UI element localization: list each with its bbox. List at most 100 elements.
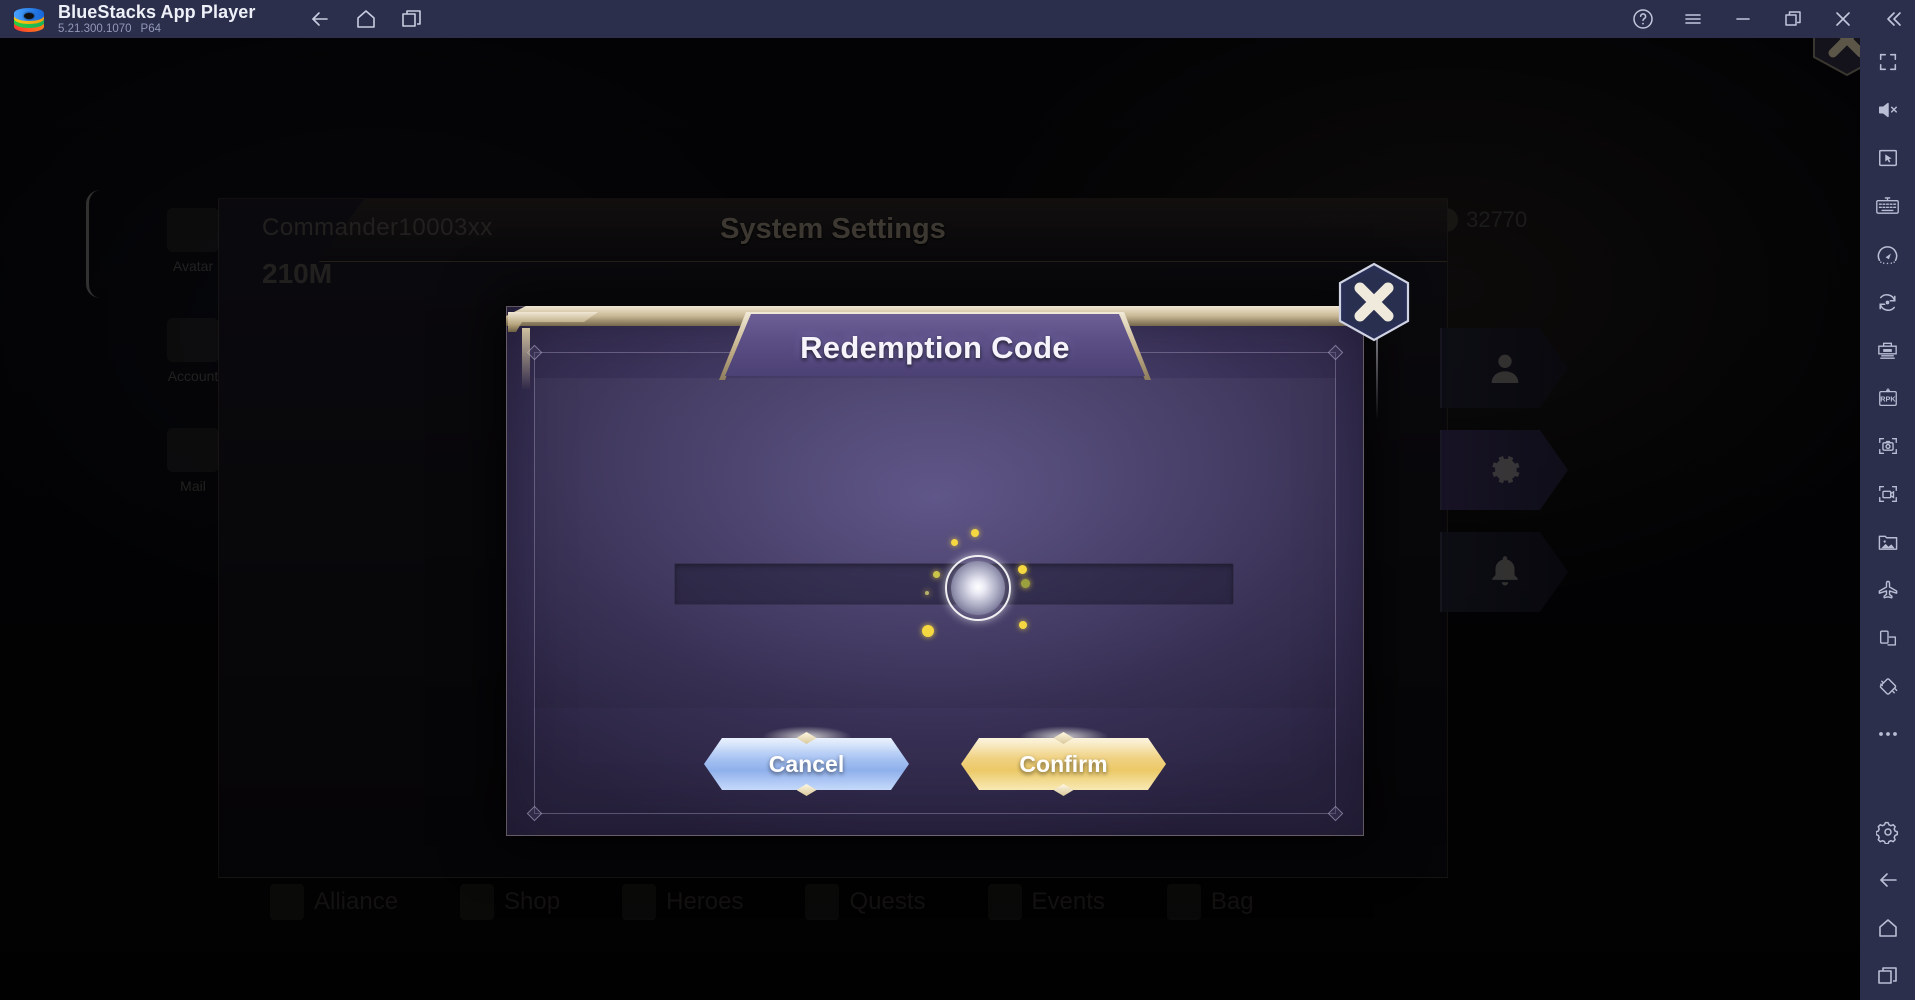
help-button[interactable]	[1631, 7, 1655, 31]
record-screen-button[interactable]	[1860, 470, 1915, 518]
settings-button[interactable]	[1860, 808, 1915, 856]
more-button[interactable]	[1860, 710, 1915, 758]
bottom-nav-label: Alliance	[314, 888, 399, 915]
left-nav-label: Account	[167, 368, 219, 384]
bottom-nav-item[interactable]: Events	[987, 884, 1105, 920]
app-version: 5.21.300.1070	[58, 22, 132, 35]
spark-particle	[933, 571, 940, 578]
left-nav-item[interactable]: Avatar	[150, 208, 236, 274]
loading-spinner	[922, 529, 1033, 643]
recents-button[interactable]	[400, 7, 424, 31]
avatar-icon	[167, 208, 219, 252]
android-recents-button[interactable]	[1860, 952, 1915, 1000]
spark-particle	[1018, 565, 1027, 574]
tilt-control-button[interactable]	[1860, 662, 1915, 710]
close-button[interactable]	[1831, 7, 1855, 31]
bottom-nav-item[interactable]: Heroes	[622, 884, 743, 920]
bluestacks-sidebar: RPK	[1860, 38, 1915, 1000]
fullscreen-button[interactable]	[1860, 38, 1915, 86]
game-viewport: 249982K 32770 System Settings Commander1…	[0, 38, 1860, 1000]
home-button[interactable]	[354, 7, 378, 31]
modal-title: Redemption Code	[800, 330, 1070, 365]
bottom-nav-item[interactable]: Quests	[805, 884, 926, 920]
modal-close-button[interactable]	[1332, 260, 1416, 344]
modal-close-stem	[1376, 336, 1378, 420]
titlebar-controls	[1631, 0, 1905, 38]
bottom-nav-label: Shop	[504, 888, 561, 915]
left-nav-item[interactable]: Account	[150, 318, 236, 384]
mail-icon	[167, 428, 219, 472]
modal-footer: Cancel Confirm	[506, 726, 1364, 796]
titlebar: BlueStacks App Player 5.21.300.1070 P64	[0, 0, 1915, 38]
system-settings-close-button[interactable]	[1806, 38, 1860, 80]
spark-particle	[922, 625, 934, 637]
tab-settings[interactable]	[1440, 430, 1568, 510]
heroes-icon	[622, 884, 657, 920]
shop-icon	[460, 884, 495, 920]
spark-particle	[971, 529, 979, 537]
spark-particle	[951, 539, 958, 546]
macro-recorder-button[interactable]	[1860, 326, 1915, 374]
cancel-button[interactable]: Cancel	[704, 738, 909, 790]
cancel-button-wrap: Cancel	[704, 726, 909, 796]
left-bracket-decoration	[86, 190, 102, 298]
collapse-sidebar-button[interactable]	[1881, 7, 1905, 31]
bottom-nav-label: Heroes	[666, 888, 744, 915]
modal-body	[534, 378, 1336, 708]
bag-icon	[1166, 884, 1201, 920]
android-home-button[interactable]	[1860, 904, 1915, 952]
left-nav-label: Mail	[180, 478, 206, 494]
spinner-orb-icon	[951, 561, 1005, 615]
modal-title-banner: Redemption Code	[725, 314, 1145, 376]
system-settings-tabs	[1440, 328, 1580, 634]
maximize-button[interactable]	[1781, 7, 1805, 31]
alliance-icon	[270, 884, 304, 920]
spark-particle	[1019, 621, 1027, 629]
game-bottom-nav: Alliance Shop Heroes Quests Events Bag	[270, 866, 1450, 938]
eco-mode-button[interactable]	[1860, 230, 1915, 278]
media-manager-button[interactable]	[1860, 518, 1915, 566]
left-nav-item[interactable]: Mail	[150, 428, 236, 494]
bluestacks-logo-icon	[12, 6, 46, 32]
left-nav-label: Avatar	[172, 258, 214, 274]
bottom-nav-label: Quests	[849, 888, 926, 915]
airplane-button[interactable]	[1860, 566, 1915, 614]
rotate-button[interactable]	[1860, 278, 1915, 326]
modal-corner-stem	[522, 328, 530, 390]
app-title: BlueStacks App Player	[58, 2, 256, 23]
android-back-button[interactable]	[1860, 856, 1915, 904]
events-icon	[987, 884, 1022, 920]
bottom-nav-item[interactable]: Bag	[1166, 884, 1254, 920]
quests-icon	[805, 884, 840, 920]
bottom-nav-item[interactable]: Alliance	[270, 884, 398, 920]
gold-count: 32770	[1466, 207, 1528, 232]
tab-notifications[interactable]	[1440, 532, 1568, 612]
redemption-code-dialog: Redemption Code Cancel Confirm	[506, 262, 1410, 836]
titlebar-nav-group	[308, 7, 424, 31]
screenshot-button[interactable]	[1860, 422, 1915, 470]
tab-account[interactable]	[1440, 328, 1568, 408]
bottom-nav-item[interactable]: Shop	[460, 884, 560, 920]
app-title-block: BlueStacks App Player 5.21.300.1070 P64	[58, 3, 256, 35]
bottom-nav-label: Bag	[1210, 888, 1254, 915]
mute-button[interactable]	[1860, 86, 1915, 134]
apk-install-button[interactable]: RPK	[1860, 374, 1915, 422]
menu-button[interactable]	[1681, 7, 1705, 31]
confirm-button-wrap: Confirm	[961, 726, 1166, 796]
app-arch: P64	[140, 22, 162, 35]
back-button[interactable]	[308, 7, 332, 31]
spark-particle	[1021, 579, 1030, 588]
svg-text:RPK: RPK	[1880, 395, 1896, 404]
spark-particle	[925, 591, 929, 595]
account-icon	[167, 318, 219, 362]
bottom-nav-label: Events	[1031, 888, 1105, 915]
app-version-block: 5.21.300.1070 P64	[58, 23, 256, 35]
app-window: BlueStacks App Player 5.21.300.1070 P64	[0, 0, 1915, 1000]
minimize-button[interactable]	[1731, 7, 1755, 31]
multi-instance-button[interactable]	[1860, 614, 1915, 662]
system-settings-left-nav: Avatar Account Mail	[150, 208, 370, 588]
game-controls-button[interactable]	[1860, 134, 1915, 182]
confirm-button[interactable]: Confirm	[961, 738, 1166, 790]
keymapping-button[interactable]	[1860, 182, 1915, 230]
gold-count-chip: 32770	[1434, 207, 1527, 233]
